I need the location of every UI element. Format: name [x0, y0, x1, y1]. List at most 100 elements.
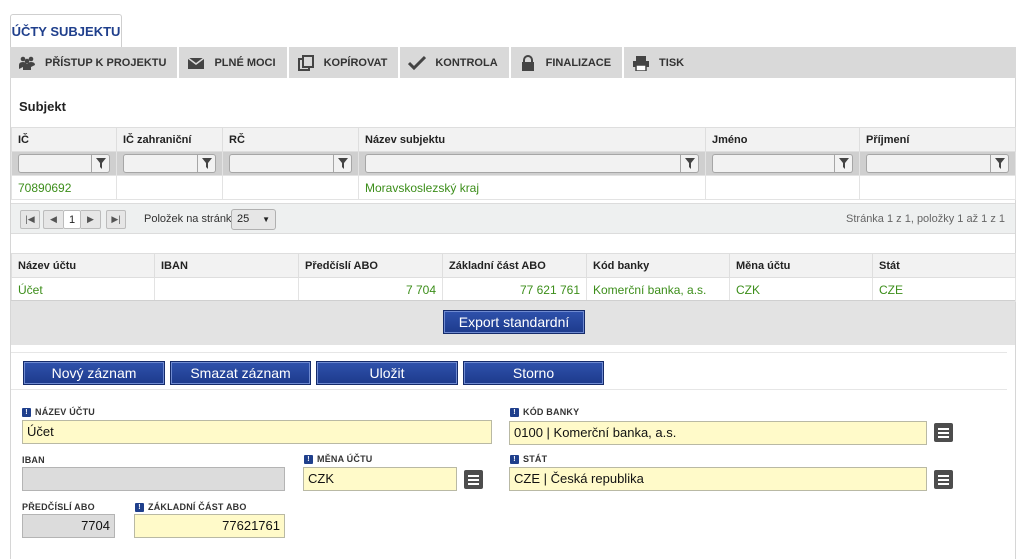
- toolbar-label: TISK: [659, 56, 685, 69]
- first-page-icon[interactable]: |◀: [20, 210, 40, 229]
- kopirovat-button[interactable]: KOPÍROVAT: [289, 47, 401, 78]
- printer-icon: [633, 55, 650, 71]
- iban-label: IBAN: [22, 455, 45, 465]
- cell-prijmeni[interactable]: [859, 175, 1016, 200]
- column-header-prijmeni[interactable]: Příjmení: [859, 127, 1016, 152]
- cell-stat[interactable]: CZE: [872, 277, 1016, 302]
- lock-icon: [521, 54, 534, 71]
- toolbar-label: PŘÍSTUP K PROJEKTU: [45, 56, 167, 69]
- column-header-rc[interactable]: RČ: [222, 127, 359, 152]
- required-icon: !: [510, 407, 519, 417]
- toolbar-label: KONTROLA: [435, 56, 498, 69]
- cell-ic[interactable]: 70890692: [11, 175, 117, 200]
- cell-nazev-subjektu[interactable]: Moravskoslezský kraj: [358, 175, 706, 200]
- next-page-icon[interactable]: ▶: [81, 210, 101, 229]
- filter-input-jmeno[interactable]: [712, 154, 835, 173]
- toolbar-label: PLNÉ MOCI: [214, 56, 276, 69]
- stat-label: ! STÁT: [510, 454, 547, 464]
- tisk-button[interactable]: TISK: [624, 47, 695, 78]
- accounts-table: Název účtu IBAN Předčíslí ABO Základní č…: [11, 253, 1016, 302]
- cell-ic-zahranicni[interactable]: [116, 175, 223, 200]
- cell-nazev-uctu[interactable]: Účet: [11, 277, 155, 302]
- last-page-icon[interactable]: ▶|: [106, 210, 126, 229]
- kontrola-button[interactable]: KONTROLA: [400, 47, 511, 78]
- column-header-nazev-subjektu[interactable]: Název subjektu: [358, 127, 706, 152]
- filter-icon[interactable]: [991, 154, 1009, 173]
- label-text: MĚNA ÚČTU: [317, 454, 373, 464]
- cell-iban[interactable]: [154, 277, 299, 302]
- nazev-uctu-label: ! NÁZEV ÚČTU: [22, 407, 95, 417]
- filter-input-nazev-subjektu[interactable]: [365, 154, 681, 173]
- filter-icon[interactable]: [198, 154, 216, 173]
- predcisli-abo-field[interactable]: 7704: [22, 514, 115, 538]
- column-header-nazev-uctu[interactable]: Název účtu: [11, 253, 155, 278]
- column-header-stat[interactable]: Stát: [872, 253, 1016, 278]
- tab-ucty-subjektu[interactable]: ÚČTY SUBJEKTU: [10, 14, 122, 48]
- cell-kod-banky[interactable]: Komerční banka, a.s.: [586, 277, 730, 302]
- column-header-ic-zahranicni[interactable]: IČ zahraniční: [116, 127, 223, 152]
- ulozit-button[interactable]: Uložit: [316, 361, 458, 385]
- zakladni-cast-abo-field[interactable]: 77621761: [134, 514, 285, 538]
- column-header-ic[interactable]: IČ: [11, 127, 117, 152]
- finalizace-button[interactable]: FINALIZACE: [511, 47, 625, 78]
- filter-input-ic[interactable]: [18, 154, 92, 173]
- label-text: STÁT: [523, 454, 548, 464]
- current-page[interactable]: 1: [63, 210, 81, 229]
- pager-info: Stránka 1 z 1, položky 1 až 1 z 1: [846, 213, 1005, 225]
- column-header-iban[interactable]: IBAN: [154, 253, 299, 278]
- envelope-icon: [187, 56, 205, 69]
- filter-icon[interactable]: [681, 154, 699, 173]
- plne-moci-button[interactable]: PLNÉ MOCI: [179, 47, 289, 78]
- kod-banky-label: ! KÓD BANKY: [510, 407, 579, 417]
- toolbar: PŘÍSTUP K PROJEKTU PLNÉ MOCI KOPÍROVAT K…: [10, 47, 1016, 78]
- cell-zakladni-cast-abo[interactable]: 77 621 761: [442, 277, 587, 302]
- stat-field[interactable]: CZE | Česká republika: [509, 467, 927, 491]
- iban-field[interactable]: [22, 467, 285, 491]
- chevron-down-icon: ▼: [262, 215, 270, 224]
- column-header-mena-uctu[interactable]: Měna účtu: [729, 253, 873, 278]
- column-header-zakladni-cast-abo[interactable]: Základní část ABO: [442, 253, 587, 278]
- storno-button[interactable]: Storno: [463, 361, 604, 385]
- subjekt-table: IČ IČ zahraniční RČ Název subjektu Jméno…: [11, 127, 1016, 200]
- per-page-select[interactable]: 25 ▼: [231, 209, 276, 230]
- required-icon: !: [22, 407, 31, 417]
- prev-page-icon[interactable]: ◀: [43, 210, 63, 229]
- cell-rc[interactable]: [222, 175, 359, 200]
- label-text: KÓD BANKY: [523, 407, 580, 417]
- novy-zaznam-button[interactable]: Nový záznam: [23, 361, 165, 385]
- filter-icon[interactable]: [835, 154, 853, 173]
- filter-icon[interactable]: [334, 154, 352, 173]
- filter-input-prijmeni[interactable]: [866, 154, 991, 173]
- list-icon[interactable]: [934, 423, 953, 442]
- check-icon: [408, 55, 427, 70]
- column-header-kod-banky[interactable]: Kód banky: [586, 253, 730, 278]
- filter-input-rc[interactable]: [229, 154, 334, 173]
- list-icon[interactable]: [464, 470, 483, 489]
- copy-icon: [297, 54, 314, 71]
- smazat-zaznam-button[interactable]: Smazat záznam: [170, 361, 311, 385]
- filter-row: [11, 151, 1016, 176]
- cell-predcisli-abo[interactable]: 7 704: [298, 277, 443, 302]
- kod-banky-field[interactable]: 0100 | Komerční banka, a.s.: [509, 421, 927, 445]
- table-row[interactable]: Účet 7 704 77 621 761 Komerční banka, a.…: [11, 277, 1016, 302]
- table-header-row: IČ IČ zahraniční RČ Název subjektu Jméno…: [11, 127, 1016, 152]
- list-icon[interactable]: [934, 470, 953, 489]
- column-header-predcisli-abo[interactable]: Předčíslí ABO: [298, 253, 443, 278]
- mena-uctu-label: ! MĚNA ÚČTU: [304, 454, 372, 464]
- cell-mena-uctu[interactable]: CZK: [729, 277, 873, 302]
- required-icon: !: [135, 502, 144, 512]
- nazev-uctu-field[interactable]: Účet: [22, 420, 492, 444]
- per-page-label: Položek na stránku: [144, 213, 238, 225]
- mena-uctu-field[interactable]: CZK: [303, 467, 457, 491]
- column-header-jmeno[interactable]: Jméno: [705, 127, 860, 152]
- filter-icon[interactable]: [92, 154, 110, 173]
- filter-input-ic-zahranicni[interactable]: [123, 154, 198, 173]
- label-text: NÁZEV ÚČTU: [35, 407, 95, 417]
- cell-jmeno[interactable]: [705, 175, 860, 200]
- tab-bar: [0, 0, 1024, 47]
- table-row[interactable]: 70890692 Moravskoslezský kraj: [11, 175, 1016, 200]
- zakladni-cast-abo-label: ! ZÁKLADNÍ ČÁST ABO: [135, 502, 247, 512]
- pristup-k-projektu-button[interactable]: PŘÍSTUP K PROJEKTU: [10, 47, 180, 78]
- export-standardni-button[interactable]: Export standardní: [443, 310, 585, 334]
- people-icon: [19, 56, 35, 70]
